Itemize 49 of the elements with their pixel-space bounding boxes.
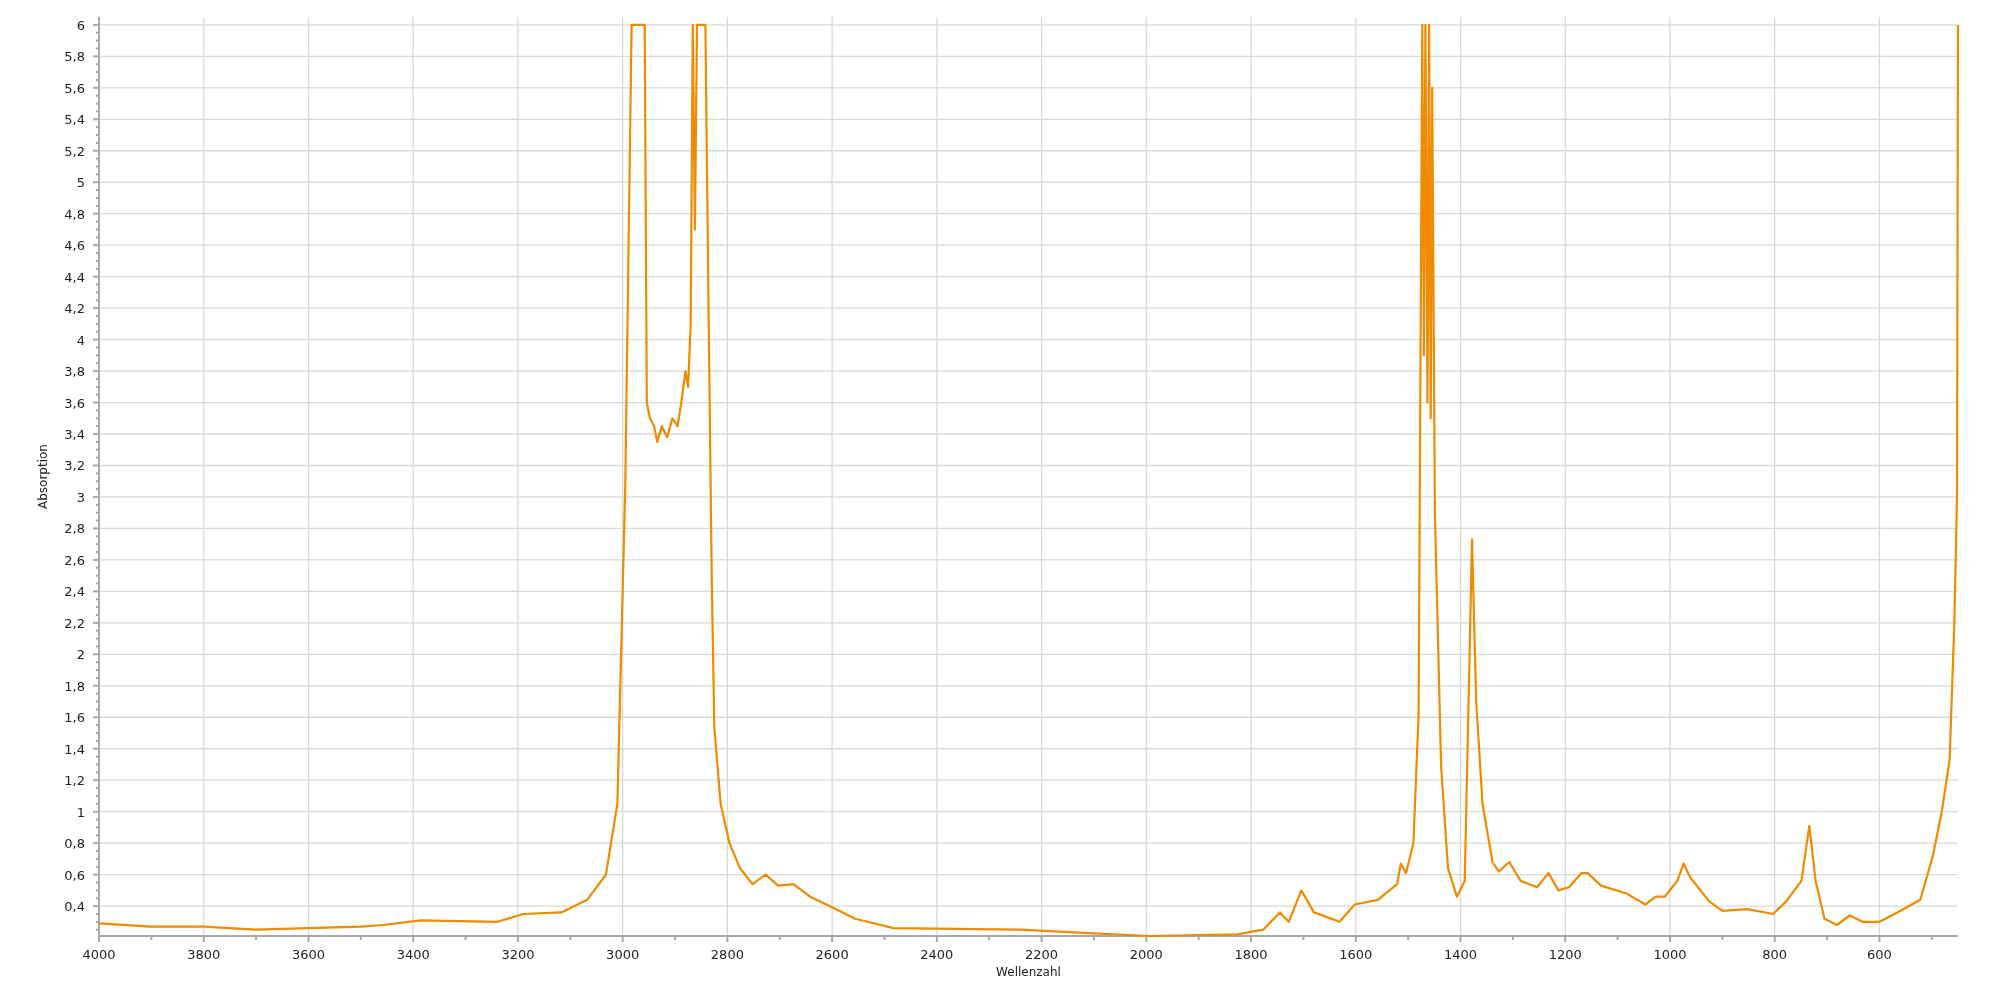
y-tick-label: 1,8 [64,678,85,694]
y-tick-label: 5,2 [64,143,85,159]
y-tick-label: 6 [76,17,85,33]
y-tick-label: 0,6 [64,867,85,883]
y-tick-label: 2,2 [64,615,85,631]
x-tick-label: 2200 [1025,947,1059,962]
x-tick-label: 4000 [82,947,116,962]
y-tick-label: 4 [76,332,85,348]
x-tick-label: 1800 [1234,947,1268,962]
x-tick-label: 3200 [501,947,535,962]
y-tick-label: 4,4 [64,269,85,285]
y-axis-title: Absorption [36,444,50,509]
y-tick-label: 3,6 [64,395,85,411]
y-tick-label: 1 [76,804,85,820]
y-tick-label: 0,8 [64,836,85,852]
y-tick-label: 3,8 [64,364,85,380]
y-tick-label: 5,4 [64,112,85,128]
x-tick-label: 2400 [920,947,954,962]
y-tick-label: 3,2 [64,458,85,474]
y-tick-label: 1,4 [64,741,85,757]
x-tick-label: 2600 [815,947,849,962]
x-tick-label: 3600 [291,947,325,962]
x-tick-label: 600 [1867,947,1892,962]
y-tick-label: 0,4 [64,899,85,915]
y-tick-label: 2 [76,647,85,663]
x-tick-label: 3400 [396,947,430,962]
y-tick-label: 5,6 [64,80,85,96]
x-tick-label: 1400 [1443,947,1478,962]
x-tick-label: 1600 [1339,947,1373,962]
y-tick-label: 1,2 [64,773,85,789]
x-tick-label: 1000 [1653,947,1687,962]
y-tick-label: 3 [76,489,85,505]
x-axis-title: Wellenzahl [996,965,1061,979]
y-tick-label: 3,4 [64,427,85,442]
x-tick-label: 1200 [1548,947,1582,962]
y-tick-label: 2,6 [64,552,85,568]
y-tick-label: 2,8 [64,521,85,537]
y-tick-label: 5 [76,175,85,191]
x-tick-label: 2000 [1129,947,1163,962]
y-tick-label: 1,6 [64,710,85,726]
x-tick-label: 3000 [606,947,640,962]
y-tick-label: 4,6 [64,238,85,254]
x-tick-label: 800 [1762,947,1788,962]
x-tick-label: 2800 [710,947,744,962]
y-tick-label: 5,8 [64,49,85,65]
y-tick-label: 4,2 [64,301,85,317]
y-tick-label: 2,4 [64,584,85,600]
y-tick-label: 4,8 [64,206,85,222]
x-tick-label: 3800 [187,947,221,962]
